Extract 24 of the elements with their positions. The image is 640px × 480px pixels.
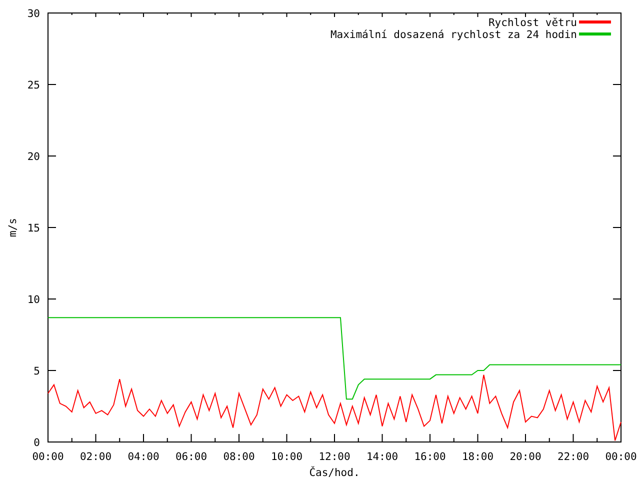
axis-tick-label: 14:00 — [366, 451, 398, 463]
axis-tick-label: 00:00 — [32, 451, 64, 463]
axis-tick-label: 15 — [27, 222, 40, 234]
axis-tick-label: 10:00 — [270, 451, 303, 463]
legend-label: Maximální dosazená rychlost za 24 hodin — [330, 29, 577, 41]
axis-tick-label: 08:00 — [223, 451, 255, 463]
axis-tick-label: 25 — [27, 80, 40, 92]
axis-tick-label: 02:00 — [80, 451, 112, 463]
legend-label: Rychlost větru — [488, 17, 577, 29]
axis-title: m/s — [7, 218, 19, 237]
axis-tick-label: 10 — [27, 294, 40, 306]
axis-tick-label: 06:00 — [175, 451, 208, 463]
axis-tick-label: 00:00 — [605, 451, 637, 463]
axis-tick-label: 20 — [27, 151, 40, 163]
axis-tick-label: 12:00 — [318, 451, 350, 463]
axis-tick-label: 30 — [27, 8, 40, 20]
axis-tick-label: 04:00 — [128, 451, 160, 463]
axis-tick-label: 0 — [34, 437, 40, 449]
axis-tick-label: 20:00 — [510, 451, 542, 463]
axis-tick-label: 18:00 — [462, 451, 494, 463]
axis-tick-label: 16:00 — [414, 451, 446, 463]
axis-tick-label: 5 — [34, 366, 40, 378]
axis-tick-label: 22:00 — [557, 451, 590, 463]
axis-title: Čas/hod. — [309, 467, 360, 479]
